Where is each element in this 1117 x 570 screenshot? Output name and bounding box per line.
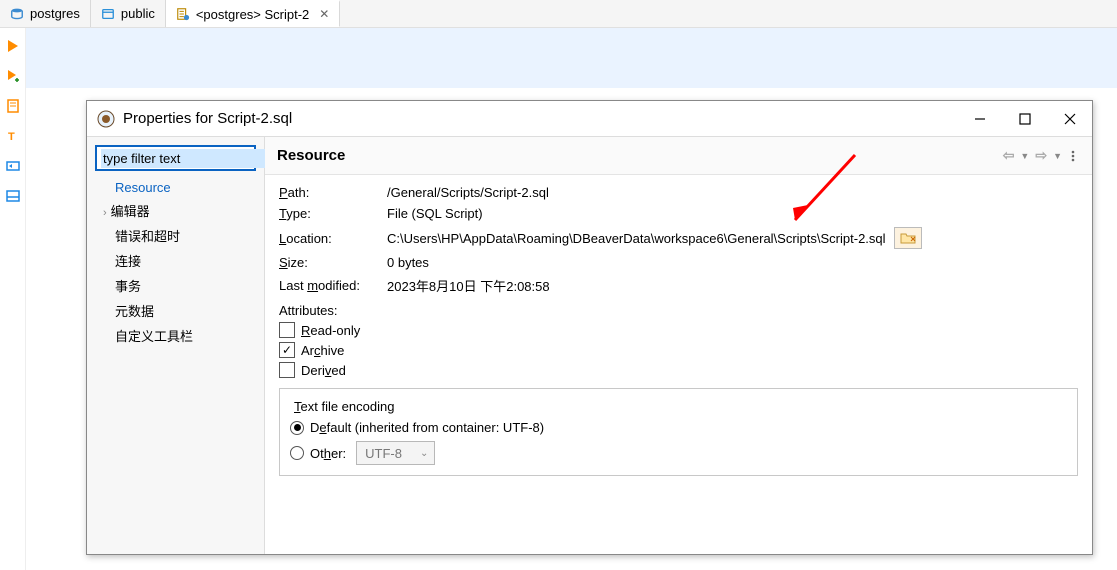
filter-input[interactable]: [101, 149, 281, 168]
editor-area: [26, 28, 1117, 88]
schema-icon: [101, 7, 115, 21]
sidebar-item-toolbar[interactable]: 自定义工具栏: [95, 323, 256, 348]
encoding-legend: Text file encoding: [290, 399, 398, 414]
run-plus-icon[interactable]: [5, 68, 21, 84]
nav-back-icon[interactable]: ⇦: [1001, 147, 1017, 164]
type-value: File (SQL Script): [387, 206, 483, 221]
svg-text:T: T: [8, 131, 15, 143]
readonly-label: Read-only: [301, 323, 360, 338]
dialog-titlebar: Properties for Script-2.sql: [87, 101, 1092, 137]
tab-label: postgres: [30, 6, 80, 21]
run-icon[interactable]: [5, 38, 21, 54]
size-label: Size:: [279, 255, 387, 270]
dialog-main: Resource ⇦▼ ⇨▼ Path: /General/Scripts/Sc…: [265, 137, 1092, 554]
tab-label: <postgres> Script-2: [196, 7, 309, 22]
tab-script-2[interactable]: <postgres> Script-2 ✕: [166, 0, 341, 27]
show-in-explorer-button[interactable]: [894, 227, 922, 249]
chevron-down-icon: ⌄: [420, 448, 428, 459]
derived-checkbox-row[interactable]: Derived: [279, 362, 1078, 378]
encoding-other-radio[interactable]: Other: UTF-8 ⌄: [290, 441, 1067, 465]
modified-label: Last modified:: [279, 278, 387, 293]
tab-public[interactable]: public: [91, 0, 166, 27]
tab-label: public: [121, 6, 155, 21]
encoding-select[interactable]: UTF-8 ⌄: [356, 441, 435, 465]
sidebar-item-label: Resource: [115, 180, 171, 195]
archive-checkbox-row[interactable]: Archive: [279, 342, 1078, 358]
dialog-sidebar: ✕ Resource › 编辑器 错误和超时 连接 事务 元数据 自定义工具栏: [87, 137, 265, 554]
sidebar-item-label: 自定义工具栏: [115, 329, 193, 344]
close-icon[interactable]: ✕: [319, 7, 329, 21]
sidebar-item-label: 错误和超时: [115, 229, 180, 244]
chevron-down-icon[interactable]: ▼: [1053, 151, 1062, 161]
database-icon: [10, 7, 24, 21]
close-button[interactable]: [1047, 101, 1092, 137]
sidebar-item-connection[interactable]: 连接: [95, 248, 256, 273]
radio-icon: [290, 421, 304, 435]
checkbox-icon: [279, 322, 295, 338]
folder-open-icon: [900, 231, 916, 245]
output-icon[interactable]: [5, 158, 21, 174]
derived-label: Derived: [301, 363, 346, 378]
tab-postgres[interactable]: postgres: [0, 0, 91, 27]
sidebar-item-transaction[interactable]: 事务: [95, 273, 256, 298]
modified-value: 2023年8月10日 下午2:08:58: [387, 276, 550, 295]
properties-dialog: Properties for Script-2.sql ✕ Resource ›…: [86, 100, 1093, 555]
sql-script-icon: [176, 7, 190, 21]
location-label: Location:: [279, 231, 387, 246]
dialog-title: Properties for Script-2.sql: [123, 110, 292, 127]
sidebar-item-errors[interactable]: 错误和超时: [95, 223, 256, 248]
maximize-button[interactable]: [1002, 101, 1047, 137]
script-icon[interactable]: [5, 98, 21, 114]
readonly-checkbox-row[interactable]: Read-only: [279, 322, 1078, 338]
radio-icon: [290, 446, 304, 460]
nav-forward-icon[interactable]: ⇨: [1033, 147, 1049, 164]
menu-icon[interactable]: [1066, 149, 1080, 163]
encoding-fieldset: Text file encoding Default (inherited fr…: [279, 388, 1078, 476]
sidebar-item-label: 编辑器: [111, 204, 150, 219]
attributes-title: Attributes:: [279, 303, 1078, 318]
path-value: /General/Scripts/Script-2.sql: [387, 185, 549, 200]
checkbox-icon: [279, 342, 295, 358]
panel-icon[interactable]: [5, 188, 21, 204]
sidebar-item-label: 连接: [115, 254, 141, 269]
type-label: Type:: [279, 206, 387, 221]
minimize-button[interactable]: [957, 101, 1002, 137]
size-value: 0 bytes: [387, 255, 429, 270]
section-header: Resource ⇦▼ ⇨▼: [265, 137, 1092, 175]
checkbox-icon: [279, 362, 295, 378]
editor-tabs: postgres public <postgres> Script-2 ✕: [0, 0, 1117, 28]
sidebar-item-editor[interactable]: › 编辑器: [95, 198, 256, 223]
encoding-other-label: Other:: [310, 446, 346, 461]
sidebar-item-label: 事务: [115, 279, 141, 294]
archive-label: Archive: [301, 343, 344, 358]
sidebar-item-label: 元数据: [115, 304, 154, 319]
sidebar-item-resource[interactable]: Resource: [95, 177, 256, 198]
location-value: C:\Users\HP\AppData\Roaming\DBeaverData\…: [387, 231, 886, 246]
path-label: Path:: [279, 185, 387, 200]
text-icon[interactable]: T: [5, 128, 21, 144]
sidebar-item-metadata[interactable]: 元数据: [95, 298, 256, 323]
chevron-right-icon: ›: [103, 207, 107, 219]
left-toolbar: T: [0, 28, 26, 570]
filter-box: ✕: [95, 145, 256, 171]
app-icon: [97, 110, 115, 128]
encoding-default-radio[interactable]: Default (inherited from container: UTF-8…: [290, 420, 1067, 435]
encoding-default-label: Default (inherited from container: UTF-8…: [310, 420, 544, 435]
encoding-select-value: UTF-8: [365, 446, 402, 461]
chevron-down-icon[interactable]: ▼: [1020, 151, 1029, 161]
section-title: Resource: [277, 147, 345, 164]
